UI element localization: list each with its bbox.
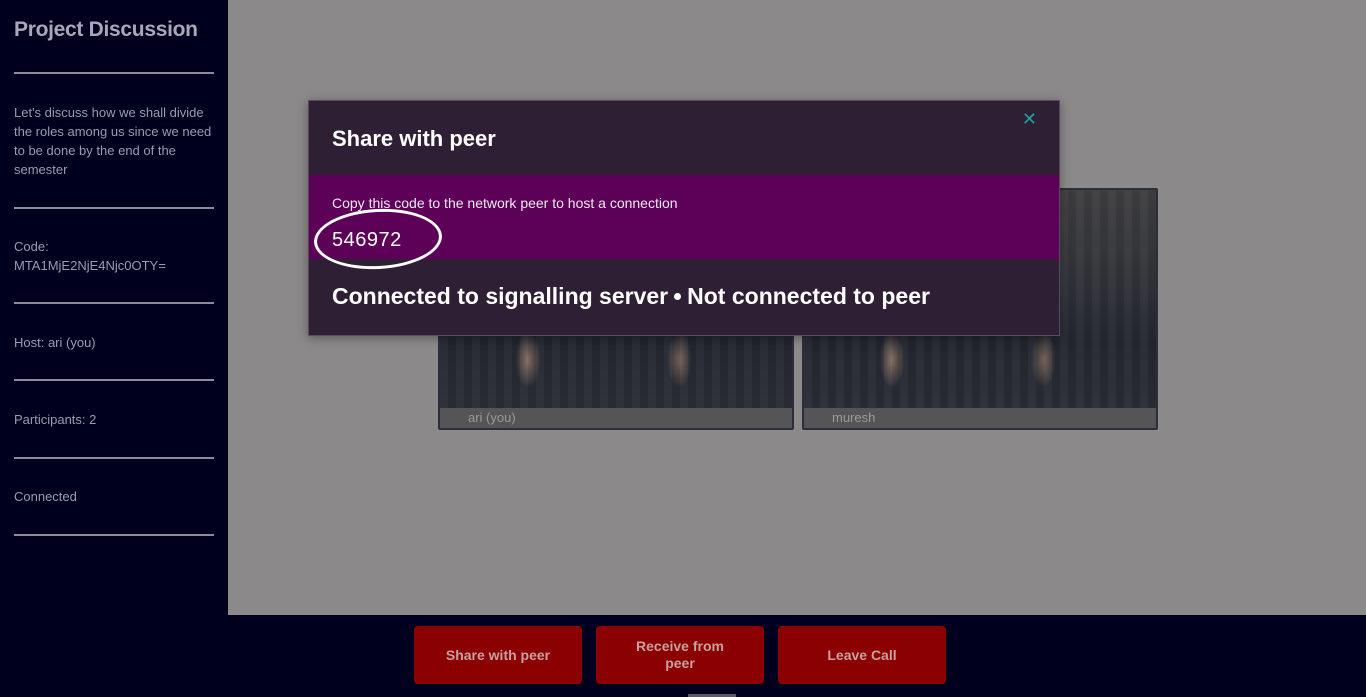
video-tile-name: muresh — [804, 408, 1156, 428]
code-panel: Copy this code to the network peer to ho… — [309, 175, 1059, 273]
room-code: Code: MTA1MjE2NjE4Njc0OTY= — [14, 237, 214, 275]
leave-call-button[interactable]: Leave Call — [778, 626, 946, 684]
connection-status: Connected — [14, 489, 77, 504]
connection-status-line: Connected to signalling server Not connec… — [332, 283, 930, 310]
dialog-title: Share with peer — [332, 126, 496, 151]
signalling-status: Connected to signalling server — [332, 283, 669, 309]
room-code-label: Code: — [14, 239, 49, 254]
separator-dot-icon — [674, 292, 682, 300]
room-code-value: MTA1MjE2NjE4Njc0OTY= — [14, 258, 166, 273]
peer-code: 546972 — [332, 229, 402, 251]
divider — [14, 379, 214, 381]
room-description: Let's discuss how we shall divide the ro… — [14, 105, 212, 177]
video-tile-name: ari (you) — [440, 408, 792, 428]
room-title: Project Discussion — [14, 18, 198, 41]
divider — [14, 302, 214, 304]
divider — [14, 72, 214, 74]
divider — [14, 207, 214, 209]
divider — [14, 534, 214, 536]
sidebar: Project Discussion Let's discuss how we … — [0, 0, 228, 615]
host-info: Host: ari (you) — [14, 335, 96, 350]
share-with-peer-button[interactable]: Share with peer — [414, 626, 582, 684]
divider — [14, 457, 214, 459]
peer-status: Not connected to peer — [687, 283, 930, 309]
close-icon[interactable]: ✕ — [1022, 109, 1037, 129]
share-with-peer-dialog: ✕ Share with peer Copy this code to the … — [308, 100, 1060, 336]
receive-from-peer-button[interactable]: Receive from peer — [596, 626, 764, 684]
call-controls: Share with peer Receive from peer Leave … — [0, 615, 1366, 697]
participants-count: Participants: 2 — [14, 412, 97, 427]
